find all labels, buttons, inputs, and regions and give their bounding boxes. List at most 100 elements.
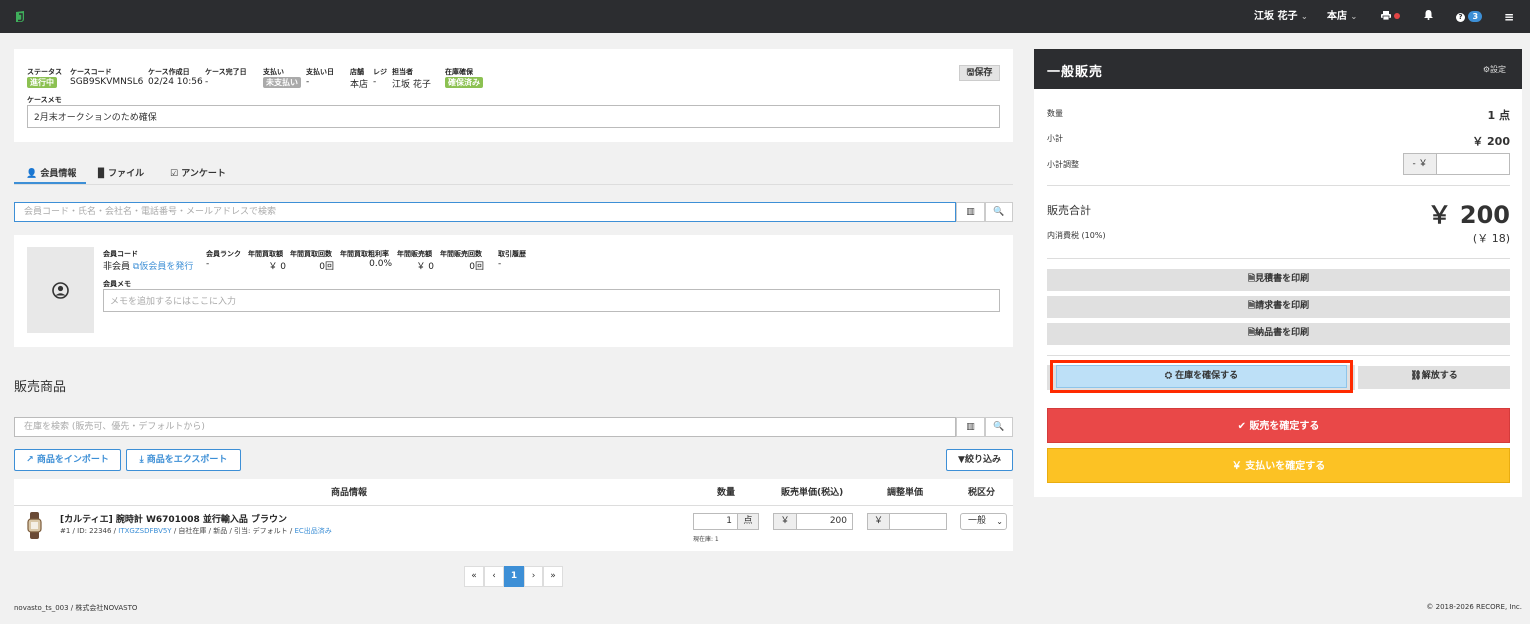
member-memo-textarea[interactable]: メモを追加するにはここに入力 xyxy=(103,289,1000,312)
printer-status-dot xyxy=(1394,13,1401,19)
page-current-button[interactable]: 1 xyxy=(504,566,524,587)
barcode-button[interactable]: ▥ xyxy=(956,417,985,437)
issue-member-label: 仮会員を発行 xyxy=(139,262,194,272)
notification-button[interactable] xyxy=(1424,0,1433,33)
search-icon: 🔍 xyxy=(993,422,1005,432)
sale-amount: ￥ 0 xyxy=(416,262,434,272)
tax-select[interactable]: 一般 ⌄ xyxy=(960,513,1007,530)
tab-files[interactable]: ▉ ファイル xyxy=(98,166,144,179)
print-invoice-button[interactable]: 🗎請求書を印刷 xyxy=(1047,296,1510,318)
subtotal-label: 小計 xyxy=(1047,134,1063,143)
app-logo-icon[interactable] xyxy=(14,10,26,23)
watch-thumbnail[interactable] xyxy=(26,512,43,539)
filter-button[interactable]: ▼絞り込み xyxy=(946,449,1013,471)
invoice-label: 請求書を印刷 xyxy=(1255,301,1310,311)
member-code: 非会員 xyxy=(103,262,131,272)
export-label: 商品をエクスポート xyxy=(146,455,228,465)
case-memo-text: 2月末オークションのため確保 xyxy=(34,113,157,123)
buy-count-label: 年間買取回数 xyxy=(290,250,332,258)
member-search-input[interactable]: 会員コード・氏名・会社名・電話番号・メールアドレスで検索 xyxy=(14,202,956,222)
tab-label: 会員情報 xyxy=(40,169,77,179)
save-button[interactable]: 🖫保存 xyxy=(959,65,1000,81)
reserve-stock-button[interactable]: ⛭ 在庫を確保する xyxy=(1056,365,1347,388)
file-icon: ▉ xyxy=(98,169,105,179)
stock-search-button[interactable]: 🔍 xyxy=(985,417,1013,437)
release-button[interactable]: ⛓解放する xyxy=(1358,366,1510,389)
case-memo-textarea[interactable]: 2月末オークションのため確保 xyxy=(27,105,1000,128)
tax-value: (￥ 18) xyxy=(1472,232,1510,245)
page-prev-button[interactable]: ‹ xyxy=(484,566,504,587)
product-sku-link[interactable]: ITXGZSDFBV5Y xyxy=(118,527,171,535)
print-estimate-button[interactable]: 🗎見積書を印刷 xyxy=(1047,269,1510,291)
printer-icon xyxy=(1381,11,1391,21)
help-count-badge: 3 xyxy=(1468,11,1483,22)
buy-margin-label: 年間買取粗利率 xyxy=(340,250,389,258)
chevron-down-icon: ⌄ xyxy=(1300,12,1308,21)
footer-copyright: © 2018-2026 RECORE, Inc. xyxy=(1426,603,1522,611)
products-title: 販売商品 xyxy=(14,380,67,395)
import-products-button[interactable]: ↗ 商品をインポート xyxy=(14,449,121,471)
completed-date: - xyxy=(205,77,209,87)
subtotal-adjust-input[interactable] xyxy=(1436,153,1510,175)
divider xyxy=(1047,185,1510,186)
tab-survey[interactable]: ☑ アンケート xyxy=(170,166,226,179)
col-price-header: 販売単価(税込) xyxy=(781,488,844,498)
case-code-label: ケースコード xyxy=(70,68,112,76)
user-circle-icon xyxy=(52,282,69,299)
page-first-button[interactable]: « xyxy=(464,566,484,587)
product-ec-link[interactable]: EC出品済み xyxy=(294,527,331,535)
register-label: レジ xyxy=(373,68,387,76)
export-products-button[interactable]: ⤓ 商品をエクスポート xyxy=(126,449,241,471)
history-value[interactable]: - xyxy=(498,259,501,269)
gear-icon: ⚙ xyxy=(1482,65,1490,74)
register-value: - xyxy=(373,77,377,87)
barcode-button[interactable]: ▥ xyxy=(956,202,985,222)
adjust-prefix-addon: - ￥ xyxy=(1403,153,1437,175)
member-memo-placeholder: メモを追加するにはここに入力 xyxy=(110,297,237,307)
store-value: 本店 xyxy=(350,80,369,90)
stock-note: 現在庫: 1 xyxy=(693,536,719,543)
hamburger-menu-icon[interactable]: ≡ xyxy=(1504,0,1514,33)
printer-menu[interactable] xyxy=(1381,0,1401,33)
bell-icon xyxy=(1424,10,1433,20)
stock-search-input[interactable]: 在庫を検索 (販売可、優先・デフォルトから) xyxy=(14,417,956,437)
delivery-label: 納品書を印刷 xyxy=(1255,328,1310,338)
staff-label: 担当者 xyxy=(392,68,413,76)
price-value: 200 xyxy=(829,516,847,526)
staff-value: 江坂 花子 xyxy=(392,80,431,90)
paydate-label: 支払い日 xyxy=(306,68,334,76)
confirm-sale-button[interactable]: ✔ 販売を確定する xyxy=(1047,408,1510,443)
buy-amount-label: 年間買取額 xyxy=(248,250,283,258)
user-menu[interactable]: 江坂 花子 ⌄ xyxy=(1254,0,1308,33)
case-memo-label: ケースメモ xyxy=(27,96,62,104)
buy-margin: 0.0% xyxy=(369,259,392,269)
sale-count: 0回 xyxy=(469,262,484,272)
products-table: 商品情報 数量 販売単価(税込) 調整単価 税区分 [カルティエ] 腕時計 W6… xyxy=(14,479,1013,551)
footer-account: novasto_ts_003 / 株式会社NOVASTO xyxy=(14,604,138,612)
chevron-down-icon: ⌄ xyxy=(1350,12,1358,21)
tab-member-info[interactable]: 👤 会員情報 xyxy=(26,166,76,179)
issue-member-link[interactable]: ⧉仮会員を発行 xyxy=(133,262,193,272)
price-input[interactable]: 200 xyxy=(796,513,853,530)
stock-label: 在庫確保 xyxy=(445,68,473,76)
help-button[interactable]: ? 3 xyxy=(1456,0,1483,33)
confirm-payment-button[interactable]: ￥ 支払いを確定する xyxy=(1047,448,1510,483)
question-icon: ? xyxy=(1456,13,1465,22)
print-delivery-button[interactable]: 🗎納品書を印刷 xyxy=(1047,323,1510,345)
payment-label: 支払い xyxy=(263,68,284,76)
sale-panel-header: 一般販売 ⚙設定 xyxy=(1034,49,1522,89)
page-last-button[interactable]: » xyxy=(543,566,563,587)
sale-qty: 1 点 xyxy=(1487,109,1510,122)
member-search-button[interactable]: 🔍 xyxy=(985,202,1013,222)
status-label: ステータス xyxy=(27,68,62,76)
user-icon: 👤 xyxy=(26,169,38,179)
adjust-price-input[interactable] xyxy=(889,513,947,530)
member-search-placeholder: 会員コード・氏名・会社名・電話番号・メールアドレスで検索 xyxy=(24,207,277,217)
tabs-divider xyxy=(14,184,1013,185)
member-memo-label: 会員メモ xyxy=(103,280,131,288)
sale-settings-link[interactable]: ⚙設定 xyxy=(1483,64,1506,75)
store-menu[interactable]: 本店 ⌄ xyxy=(1327,0,1357,33)
page-next-button[interactable]: › xyxy=(524,566,543,587)
col-tax-header: 税区分 xyxy=(968,488,996,498)
qty-input[interactable]: 1 xyxy=(693,513,738,530)
